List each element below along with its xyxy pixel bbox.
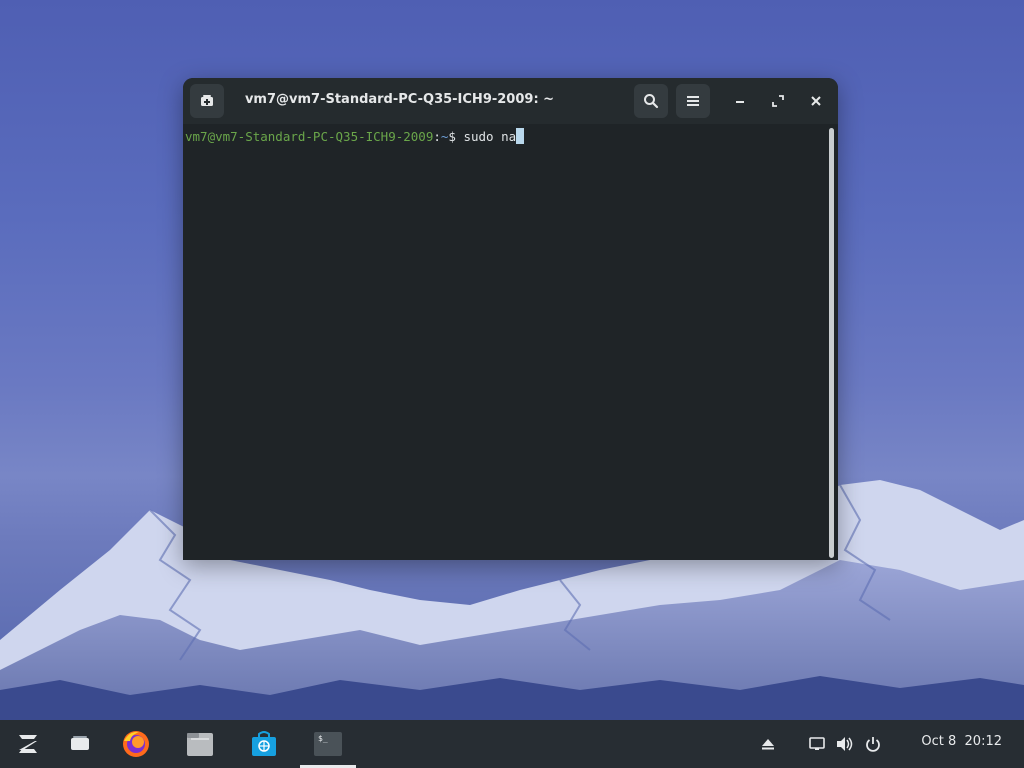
minimize-icon [736,101,744,103]
maximize-icon [772,95,784,107]
display-indicator[interactable] [806,720,828,768]
terminal-icon: $_ [314,732,342,756]
terminal-launcher[interactable]: $_ [304,720,352,768]
close-button[interactable] [805,90,827,112]
window-title: vm7@vm7-Standard-PC-Q35-ICH9-2009: ~ [244,92,555,107]
power-icon [866,737,880,752]
vertical-scrollbar[interactable] [829,128,834,558]
close-icon [811,96,821,106]
software-store-icon [252,731,276,756]
clock[interactable]: Oct 8 20:12 [921,734,1002,749]
maximize-button[interactable] [767,90,789,112]
text-cursor [516,128,525,144]
files-launcher[interactable] [180,720,220,768]
workspaces-button[interactable] [62,720,98,768]
firefox-icon [123,731,149,757]
prompt-symbol: $ [448,129,464,144]
software-store-launcher[interactable] [244,720,284,768]
terminal-window[interactable]: vm7@vm7-Standard-PC-Q35-ICH9-2009: ~ vm7… [183,78,838,560]
eject-icon [762,739,774,750]
terminal-output-area[interactable]: vm7@vm7-Standard-PC-Q35-ICH9-2009:~$ sud… [183,124,838,560]
firefox-launcher[interactable] [116,720,156,768]
clock-time: 20:12 [964,734,1002,749]
svg-text:$_: $_ [318,734,328,743]
minimize-button[interactable] [729,90,751,112]
prompt-line: vm7@vm7-Standard-PC-Q35-ICH9-2009:~$ sud… [185,128,525,144]
terminal-titlebar[interactable]: vm7@vm7-Standard-PC-Q35-ICH9-2009: ~ [183,78,838,124]
prompt-separator: : [433,129,441,144]
taskbar: $_ [0,720,1024,768]
search-button[interactable] [634,84,668,118]
zorin-menu-icon [19,735,37,753]
command-input[interactable]: sudo na [463,129,516,144]
prompt-user-host: vm7@vm7-Standard-PC-Q35-ICH9-2009 [185,129,434,144]
search-icon [644,94,659,109]
volume-indicator[interactable] [834,720,856,768]
clock-date: Oct 8 [921,734,957,749]
hamburger-menu-icon [687,96,699,106]
zorin-menu-button[interactable] [10,720,46,768]
screen-icon [809,737,825,750]
power-indicator[interactable] [862,720,884,768]
files-icon [187,733,213,756]
menu-button[interactable] [676,84,710,118]
volume-icon [837,737,853,751]
workspaces-icon [71,736,89,750]
eject-button[interactable] [756,720,780,768]
